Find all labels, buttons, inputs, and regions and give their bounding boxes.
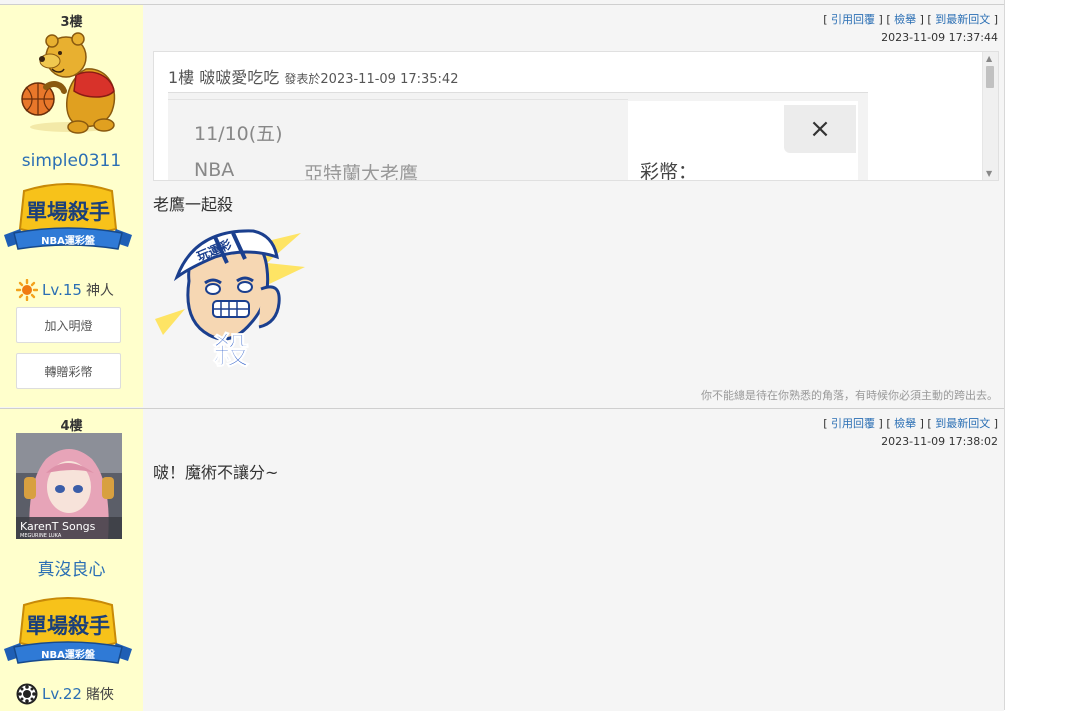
post-content: [ 引用回覆 ] [ 檢舉 ] [ 到最新回文 ] 2023-11-09 17:… <box>143 409 1004 711</box>
level-rank: 神人 <box>85 283 114 299</box>
avatar[interactable]: KarenT Songs MEGURINE LUKA <box>16 433 122 539</box>
screenshot-date: 11/10(五) <box>194 123 283 145</box>
screenshot-league: NBA <box>194 159 235 181</box>
user-signature: 你不能總是待在你熟悉的角落，有時候你必須主動的跨出去。 <box>701 389 998 402</box>
screenshot-coin-label: 彩幣： <box>640 161 698 181</box>
poker-chip-icon <box>16 683 38 705</box>
quote-reply-link[interactable]: 引用回覆 <box>831 13 875 26</box>
user-level: Lv.15 神人 <box>16 279 114 301</box>
quote-author: 啵啵愛吃吃 <box>199 68 280 87</box>
level-number: Lv.22 <box>42 685 82 703</box>
level-number: Lv.15 <box>42 281 82 299</box>
post-actions: [ 引用回覆 ] [ 檢舉 ] [ 到最新回文 ] <box>823 417 998 430</box>
sun-level-icon <box>16 279 38 301</box>
post-body-text: 啵！魔術不讓分~ <box>153 463 279 482</box>
quoted-post[interactable]: 1樓 啵啵愛吃吃 發表於2023-11-09 17:35:42 11/10(五)… <box>153 51 999 181</box>
post-timestamp: 2023-11-09 17:37:44 <box>881 31 998 44</box>
post-actions: [ 引用回覆 ] [ 檢舉 ] [ 到最新回文 ] <box>823 13 998 26</box>
level-rank: 賭俠 <box>85 687 114 703</box>
avatar-caption: KarenT Songs <box>20 520 96 533</box>
avatar-caption-sub: MEGURINE LUKA <box>20 533 62 539</box>
scroll-up-icon[interactable]: ▲ <box>986 54 992 63</box>
sticker-char-text: 殺 <box>213 331 249 372</box>
sticker-image: 玩運彩 殺 <box>155 229 305 373</box>
report-link[interactable]: 檢舉 <box>894 417 916 430</box>
quote-header: 1樓 啵啵愛吃吃 發表於2023-11-09 17:35:42 <box>168 64 458 88</box>
username[interactable]: 真沒良心 <box>0 555 143 580</box>
user-info-column: 4樓 KarenT Songs MEGURINE LUKA 真沒良心 單場殺手 … <box>0 409 143 711</box>
post-floor-4: 4樓 KarenT Songs MEGURINE LUKA 真沒良心 單場殺手 … <box>0 408 1004 711</box>
quoted-screenshot: 11/10(五) NBA 亞特蘭大老鷹 彩幣： × <box>168 92 868 181</box>
quote-reply-link[interactable]: 引用回覆 <box>831 417 875 430</box>
avatar[interactable] <box>16 29 124 137</box>
quote-posted-prefix: 發表於 <box>284 72 321 86</box>
latest-reply-link[interactable]: 到最新回文 <box>935 417 990 430</box>
badge-title: 單場殺手 <box>26 614 110 638</box>
post-body-text: 老鷹一起殺 <box>153 195 234 214</box>
add-light-button[interactable]: 加入明燈 <box>16 307 121 343</box>
report-link[interactable]: 檢舉 <box>894 13 916 26</box>
badge-subtitle: NBA運彩盤 <box>41 648 96 661</box>
badge-icon: 單場殺手 NBA運彩盤 <box>4 597 132 664</box>
floor-number: 4樓 <box>60 419 83 434</box>
quote-scrollbar[interactable]: ▲ ▼ <box>982 52 998 180</box>
user-level: Lv.22 賭俠 <box>16 683 114 705</box>
badge-icon: 單場殺手 NBA運彩盤 <box>4 183 132 250</box>
screenshot-divider <box>168 93 628 100</box>
username[interactable]: simple0311 <box>0 151 143 171</box>
latest-reply-link[interactable]: 到最新回文 <box>935 13 990 26</box>
forum-thread: 3樓 simple0311 單場殺手 NBA運彩盤 Lv.15 神人 加入明燈 … <box>0 0 1005 711</box>
gift-coins-button[interactable]: 轉贈彩幣 <box>16 353 121 389</box>
post-floor-3: 3樓 simple0311 單場殺手 NBA運彩盤 Lv.15 神人 加入明燈 … <box>0 4 1004 407</box>
post-timestamp: 2023-11-09 17:38:02 <box>881 435 998 448</box>
scroll-thumb[interactable] <box>986 66 994 88</box>
quote-floor: 1樓 <box>168 68 195 87</box>
screenshot-team: 亞特蘭大老鷹 <box>304 163 419 181</box>
scroll-down-icon[interactable]: ▼ <box>986 169 992 178</box>
close-icon: × <box>784 105 856 153</box>
user-info-column: 3樓 simple0311 單場殺手 NBA運彩盤 Lv.15 神人 加入明燈 … <box>0 5 143 407</box>
floor-number: 3樓 <box>60 15 83 30</box>
badge-subtitle: NBA運彩盤 <box>41 234 96 247</box>
quote-posted-time: 2023-11-09 17:35:42 <box>320 72 459 87</box>
post-content: [ 引用回覆 ] [ 檢舉 ] [ 到最新回文 ] 2023-11-09 17:… <box>143 5 1004 407</box>
badge-title: 單場殺手 <box>26 200 110 224</box>
